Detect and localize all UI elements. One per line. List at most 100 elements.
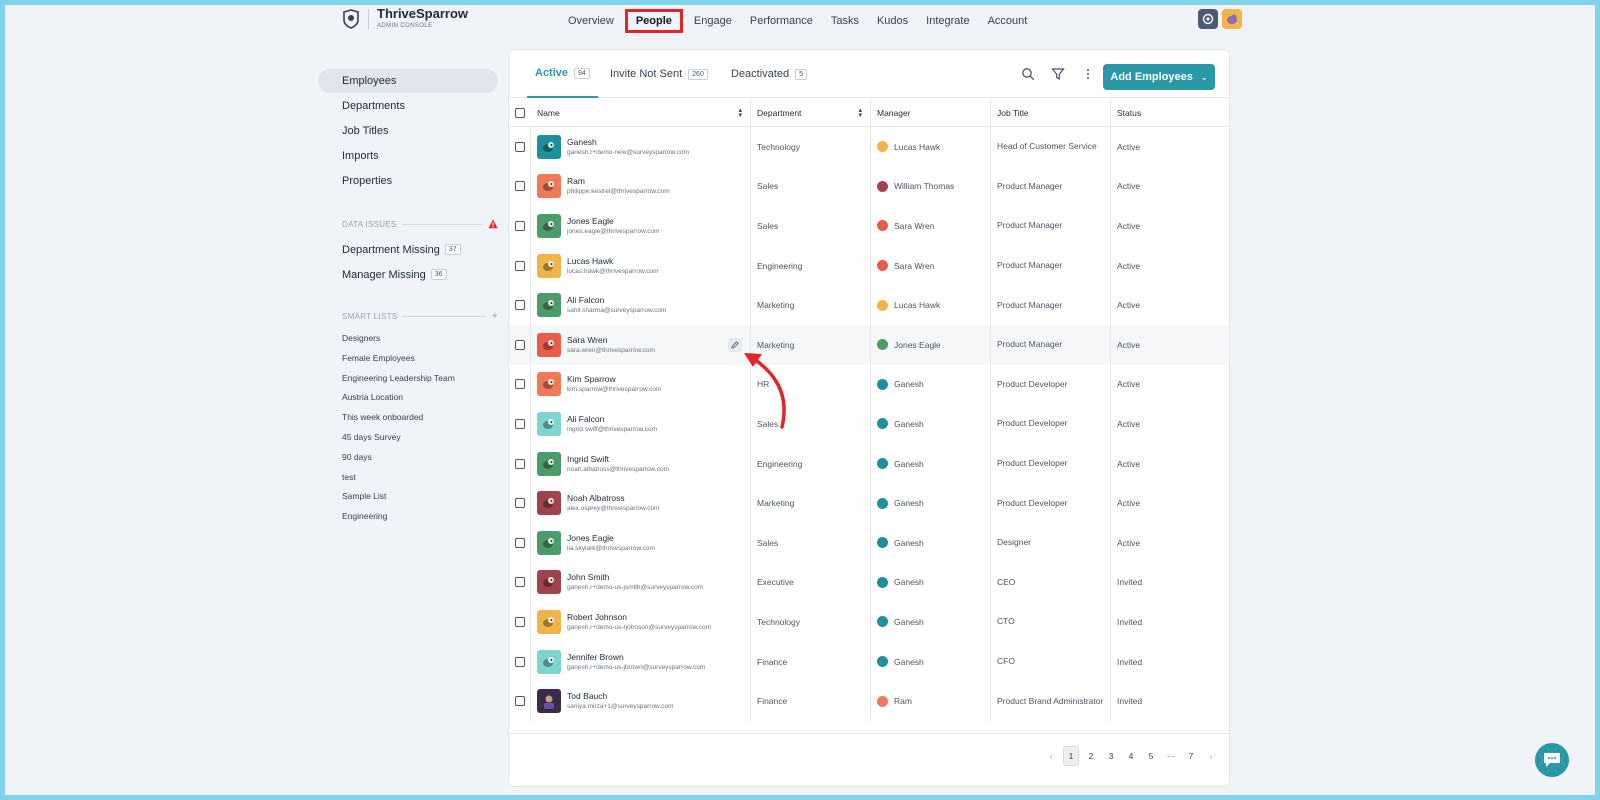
manager-cell[interactable]: Lucas Hawk — [871, 285, 991, 325]
page-button[interactable]: 2 — [1083, 746, 1099, 766]
row-checkbox[interactable] — [515, 260, 525, 271]
row-checkbox[interactable] — [515, 498, 525, 509]
table-row[interactable]: Lucas Hawk lucas.hawk@thrivesparrow.com … — [509, 245, 1229, 286]
sidebar-item-employees[interactable]: Employees — [318, 69, 498, 93]
smart-list-item[interactable]: Female Employees — [318, 349, 498, 369]
more-options-icon[interactable] — [1081, 67, 1095, 81]
table-row[interactable]: Ganesh ganesh.r+demo-new@surveysparrow.c… — [509, 127, 1229, 167]
name-cell[interactable]: Sara Wren sara.wren@thrivesparrow.com — [531, 324, 751, 365]
nav-engage[interactable]: Engage — [687, 9, 739, 33]
manager-cell[interactable]: Sara Wren — [871, 245, 991, 286]
table-row[interactable]: Ali Falcon sahil.sharma@surveysparrow.co… — [509, 285, 1229, 325]
name-cell[interactable]: Kim Sparrow kim.sparrow@thrivesparrow.co… — [531, 364, 751, 405]
tab-invite-not-sent[interactable]: Invite Not Sent 260 — [610, 50, 708, 98]
name-cell[interactable]: Lucas Hawk lucas.hawk@thrivesparrow.com — [531, 245, 751, 286]
row-checkbox[interactable] — [515, 300, 525, 311]
prev-page-icon[interactable]: ‹ — [1043, 746, 1059, 766]
nav-overview[interactable]: Overview — [561, 9, 621, 33]
page-button[interactable]: 1 — [1063, 746, 1079, 766]
name-cell[interactable]: Ali Falcon sahil.sharma@surveysparrow.co… — [531, 285, 751, 325]
name-cell[interactable]: Ingrid Swift noah.albatross@thrivesparro… — [531, 443, 751, 484]
sidebar-item-properties[interactable]: Properties — [318, 169, 498, 193]
row-checkbox[interactable] — [515, 220, 525, 231]
add-employees-button[interactable]: Add Employees ⌄ — [1103, 64, 1215, 90]
data-issue-department-missing[interactable]: Department Missing 37 — [318, 237, 498, 262]
table-row[interactable]: John Smith ganesh.r+demo-us-jsmith@surve… — [509, 562, 1229, 603]
manager-cell[interactable]: Sara Wren — [871, 206, 991, 246]
smart-list-item[interactable]: 90 days — [318, 448, 498, 468]
page-button[interactable]: 7 — [1183, 746, 1199, 766]
manager-cell[interactable]: Ganesh — [871, 364, 991, 405]
nav-kudos[interactable]: Kudos — [870, 9, 915, 33]
row-checkbox[interactable] — [515, 181, 525, 192]
name-cell[interactable]: Tod Bauch saniya.mirza+1@surveysparrow.c… — [531, 681, 751, 721]
manager-cell[interactable]: Ram — [871, 681, 991, 721]
manager-cell[interactable]: Lucas Hawk — [871, 127, 991, 167]
next-page-icon[interactable]: › — [1203, 746, 1219, 766]
sidebar-item-imports[interactable]: Imports — [318, 144, 498, 168]
smart-list-item[interactable]: Engineering — [318, 507, 498, 527]
table-row[interactable]: Jones Eagle lia.skylark@thrivesparrow.co… — [509, 522, 1229, 563]
page-button[interactable]: 4 — [1123, 746, 1139, 766]
sort-icon[interactable]: ▴ ▾ — [858, 107, 862, 119]
table-row[interactable]: Kim Sparrow kim.sparrow@thrivesparrow.co… — [509, 364, 1229, 405]
tab-deactivated[interactable]: Deactivated 5 — [731, 50, 807, 98]
select-all-checkbox[interactable] — [515, 108, 525, 118]
table-row[interactable]: Robert Johnson ganesh.r+demo-us-rjohnson… — [509, 602, 1229, 642]
nav-performance[interactable]: Performance — [743, 9, 820, 33]
row-checkbox[interactable] — [515, 696, 525, 707]
brand[interactable]: ThriveSparrow ADMIN CONSOLE — [342, 7, 468, 31]
name-cell[interactable]: Robert Johnson ganesh.r+demo-us-rjohnson… — [531, 602, 751, 642]
name-cell[interactable]: John Smith ganesh.r+demo-us-jsmith@surve… — [531, 562, 751, 603]
manager-cell[interactable]: William Thomas — [871, 166, 991, 207]
row-checkbox[interactable] — [515, 656, 525, 667]
user-avatar[interactable] — [1222, 9, 1242, 29]
nav-integrate[interactable]: Integrate — [919, 9, 976, 33]
smart-list-item[interactable]: Engineering Leadership Team — [318, 369, 498, 389]
name-cell[interactable]: Ganesh ganesh.r+demo-new@surveysparrow.c… — [531, 127, 751, 167]
row-checkbox[interactable] — [515, 141, 525, 152]
table-row[interactable]: Jones Eagle jones.eagle@thrivesparrow.co… — [509, 206, 1229, 246]
nav-people[interactable]: People — [624, 9, 683, 33]
table-row[interactable]: Sara Wren sara.wren@thrivesparrow.com Ma… — [509, 324, 1229, 365]
smart-list-item[interactable]: Designers — [318, 329, 498, 349]
manager-cell[interactable]: Ganesh — [871, 483, 991, 523]
page-button[interactable]: 5 — [1143, 746, 1159, 766]
smart-list-item[interactable]: Sample List — [318, 487, 498, 507]
sidebar-item-departments[interactable]: Departments — [318, 94, 498, 118]
workspace-switch-icon[interactable] — [1198, 9, 1218, 29]
name-cell[interactable]: Ali Falcon ingrid.swift@thrivesparrow.co… — [531, 404, 751, 444]
chat-support-button[interactable] — [1535, 743, 1569, 777]
manager-cell[interactable]: Ganesh — [871, 522, 991, 563]
table-row[interactable]: Jennifer Brown ganesh.r+demo-us-jbrown@s… — [509, 641, 1229, 682]
filter-icon[interactable] — [1051, 67, 1065, 81]
table-row[interactable]: Tod Bauch saniya.mirza+1@surveysparrow.c… — [509, 681, 1229, 721]
manager-cell[interactable]: Ganesh — [871, 602, 991, 642]
name-cell[interactable]: Ram philippe.kestrel@thrivesparrow.com — [531, 166, 751, 207]
search-icon[interactable] — [1021, 67, 1035, 81]
column-header-name[interactable]: Name ▴ ▾ — [531, 99, 751, 127]
manager-cell[interactable]: Ganesh — [871, 404, 991, 444]
table-row[interactable]: Ingrid Swift noah.albatross@thrivesparro… — [509, 443, 1229, 484]
table-row[interactable]: Noah Albatross alex.osprey@thrivesparrow… — [509, 483, 1229, 523]
nav-tasks[interactable]: Tasks — [824, 9, 866, 33]
row-checkbox[interactable] — [515, 577, 525, 588]
name-cell[interactable]: Noah Albatross alex.osprey@thrivesparrow… — [531, 483, 751, 523]
smart-list-item[interactable]: Austria Location — [318, 388, 498, 408]
manager-cell[interactable]: Jones Eagle — [871, 324, 991, 365]
page-button[interactable]: 3 — [1103, 746, 1119, 766]
smart-list-item[interactable]: This week onboarded — [318, 408, 498, 428]
row-checkbox[interactable] — [515, 458, 525, 469]
data-issue-manager-missing[interactable]: Manager Missing 36 — [318, 262, 498, 287]
row-checkbox[interactable] — [515, 537, 525, 548]
manager-cell[interactable]: Ganesh — [871, 562, 991, 603]
smart-list-item[interactable]: test — [318, 468, 498, 488]
tab-active[interactable]: Active 94 — [527, 50, 598, 98]
name-cell[interactable]: Jones Eagle jones.eagle@thrivesparrow.co… — [531, 206, 751, 246]
sidebar-item-job-titles[interactable]: Job Titles — [318, 119, 498, 143]
row-checkbox[interactable] — [515, 616, 525, 627]
row-checkbox[interactable] — [515, 339, 525, 350]
sort-icon[interactable]: ▴ ▾ — [738, 107, 742, 119]
name-cell[interactable]: Jones Eagle lia.skylark@thrivesparrow.co… — [531, 522, 751, 563]
edit-employee-button[interactable] — [728, 337, 742, 352]
